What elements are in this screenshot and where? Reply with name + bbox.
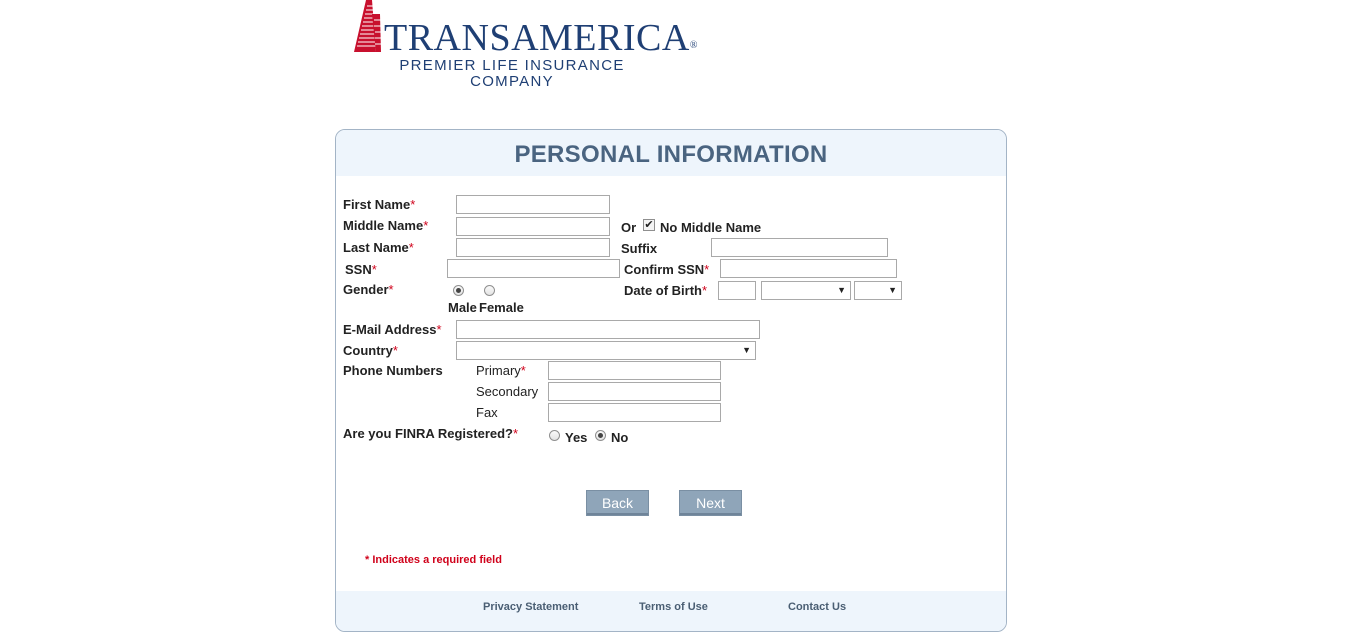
no-middle-name-checkbox[interactable]: ✔ xyxy=(643,219,655,231)
email-input[interactable] xyxy=(456,320,760,339)
chevron-down-icon: ▼ xyxy=(888,285,897,295)
country-label: Country* xyxy=(343,343,398,358)
ssn-input[interactable] xyxy=(447,259,620,278)
phone-numbers-label: Phone Numbers xyxy=(343,363,443,378)
dob-month-select[interactable]: ▼ xyxy=(761,281,851,300)
last-name-input[interactable] xyxy=(456,238,610,257)
phone-primary-input[interactable] xyxy=(548,361,721,380)
page-title: PERSONAL INFORMATION xyxy=(514,141,828,168)
middle-name-label: Middle Name* xyxy=(343,218,429,233)
dob-day-input[interactable] xyxy=(718,281,756,300)
phone-secondary-label: Secondary xyxy=(476,384,539,399)
required-field-note: * Indicates a required field xyxy=(365,554,502,566)
finra-yes-label: Yes xyxy=(565,430,588,445)
gender-label: Gender* xyxy=(343,282,394,297)
brand-subtitle: PREMIER LIFE INSURANCE COMPANY xyxy=(391,58,633,90)
no-middle-name-label: No Middle Name xyxy=(660,220,762,235)
suffix-label: Suffix xyxy=(621,241,658,256)
finra-yes-radio[interactable] xyxy=(549,430,560,441)
date-of-birth-label: Date of Birth* xyxy=(624,283,708,298)
gender-male-label: Male xyxy=(448,300,477,315)
panel-header: PERSONAL INFORMATION xyxy=(336,130,1006,176)
finra-no-radio[interactable] xyxy=(595,430,606,441)
brand-wordmark: TRANSAMERICA® xyxy=(384,17,698,59)
middle-name-input[interactable] xyxy=(456,217,610,236)
brand-subtitle-line-1: PREMIER LIFE INSURANCE xyxy=(399,57,625,74)
privacy-statement-link[interactable]: Privacy Statement xyxy=(483,601,578,613)
back-button[interactable]: Back xyxy=(586,490,649,516)
or-text: Or xyxy=(621,220,637,235)
fax-input[interactable] xyxy=(548,403,721,422)
ssn-label: SSN* xyxy=(345,262,377,277)
next-button[interactable]: Next xyxy=(679,490,742,516)
dob-year-select[interactable]: ▼ xyxy=(854,281,902,300)
country-select[interactable]: ▼ xyxy=(456,341,756,360)
phone-primary-label: Primary* xyxy=(476,363,526,378)
brand-subtitle-line-2: COMPANY xyxy=(470,73,554,90)
confirm-ssn-label: Confirm SSN* xyxy=(624,262,710,277)
suffix-input[interactable] xyxy=(711,238,888,257)
gender-female-radio[interactable] xyxy=(484,285,495,296)
first-name-input[interactable] xyxy=(456,195,610,214)
email-label: E-Mail Address* xyxy=(343,322,442,337)
finra-label: Are you FINRA Registered?* xyxy=(343,426,519,441)
chevron-down-icon: ▼ xyxy=(837,285,846,295)
transamerica-pyramid-logo xyxy=(354,0,384,52)
fax-label: Fax xyxy=(476,405,498,420)
last-name-label: Last Name* xyxy=(343,240,414,255)
confirm-ssn-input[interactable] xyxy=(720,259,897,278)
finra-no-label: No xyxy=(611,430,629,445)
contact-us-link[interactable]: Contact Us xyxy=(788,601,846,613)
phone-secondary-input[interactable] xyxy=(548,382,721,401)
gender-male-radio[interactable] xyxy=(453,285,464,296)
chevron-down-icon: ▼ xyxy=(742,345,751,355)
terms-of-use-link[interactable]: Terms of Use xyxy=(639,601,708,613)
first-name-label: First Name* xyxy=(343,197,416,212)
gender-female-label: Female xyxy=(479,300,524,315)
